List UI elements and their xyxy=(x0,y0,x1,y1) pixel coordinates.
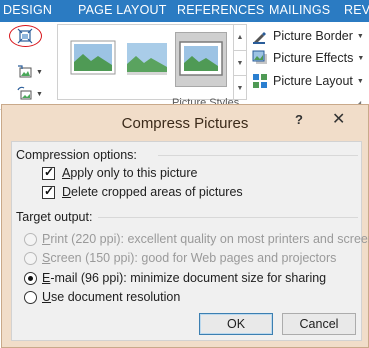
screen-option-label[interactable]: Screen (150 ppi): good for Web pages and… xyxy=(42,251,336,265)
picture-layout-icon xyxy=(253,74,267,88)
picture-effects-label: Picture Effects xyxy=(273,51,354,65)
print-option-label[interactable]: Print (220 ppi): excellent quality on mo… xyxy=(42,232,369,246)
print-radio[interactable] xyxy=(24,233,37,246)
chevron-down-icon: ▼ xyxy=(356,77,364,85)
email-radio[interactable] xyxy=(24,272,37,285)
document-resolution-label[interactable]: Use document resolution xyxy=(42,290,180,304)
document-resolution-radio[interactable] xyxy=(24,291,37,304)
reset-picture-icon[interactable] xyxy=(17,86,33,102)
apply-only-label[interactable]: Apply only to this picture xyxy=(62,166,198,180)
picture-layout-button[interactable]: Picture Layout ▼ xyxy=(252,71,364,91)
picture-effects-button[interactable]: Picture Effects ▼ xyxy=(252,48,364,68)
picture-border-button[interactable]: Picture Border ▼ xyxy=(252,26,364,46)
compress-pictures-dialog: Compress Pictures ? ✕ Compression option… xyxy=(1,104,369,348)
target-output-heading: Target output: xyxy=(16,210,93,224)
style-thumbnail-simple-frame[interactable] xyxy=(67,32,119,87)
picture-layout-label: Picture Layout xyxy=(273,74,353,88)
tab-design[interactable]: DESIGN xyxy=(3,3,52,17)
chevron-down-icon[interactable]: ▼ xyxy=(234,50,246,75)
ribbon-tab-bar: DESIGN PAGE LAYOUT REFERENCES MAILINGS R… xyxy=(0,0,369,22)
picture-border-label: Picture Border xyxy=(273,29,353,43)
email-option-label[interactable]: E-mail (96 ppi): minimize document size … xyxy=(42,271,326,285)
help-icon[interactable]: ? xyxy=(295,112,303,127)
screen-radio[interactable] xyxy=(24,252,37,265)
ok-button[interactable]: OK xyxy=(199,313,273,335)
section-divider xyxy=(158,155,358,156)
compress-pictures-icon[interactable] xyxy=(17,28,33,44)
picture-thumbnail-icon xyxy=(127,43,167,75)
chevron-down-icon: ▼ xyxy=(356,32,364,40)
section-divider xyxy=(98,217,358,218)
close-icon[interactable]: ✕ xyxy=(332,109,345,129)
picture-styles-gallery xyxy=(57,24,234,100)
picture-thumbnail-icon xyxy=(179,41,223,76)
chevron-down-icon[interactable]: ▼ xyxy=(36,91,43,98)
tab-page-layout[interactable]: PAGE LAYOUT xyxy=(78,3,167,17)
dialog-title: Compress Pictures xyxy=(121,115,249,132)
adjust-group: ▼ ▼ xyxy=(0,22,48,110)
delete-cropped-checkbox[interactable]: ✓ xyxy=(42,184,55,199)
dialog-titlebar[interactable]: Compress Pictures ? ✕ xyxy=(2,105,368,139)
dialog-client-area: Compression options: ✓ Apply only to thi… xyxy=(11,141,369,341)
tab-mailings[interactable]: MAILINGS xyxy=(269,3,330,17)
compression-options-heading: Compression options: xyxy=(16,148,137,162)
delete-cropped-label[interactable]: Delete cropped areas of pictures xyxy=(62,185,243,199)
style-thumbnail-soft-edge[interactable] xyxy=(121,32,173,87)
change-picture-icon[interactable] xyxy=(17,64,33,80)
radio-selected-dot xyxy=(28,276,33,281)
tab-references[interactable]: REFERENCES xyxy=(177,3,264,17)
cancel-button[interactable]: Cancel xyxy=(282,313,356,335)
checkmark-icon: ✓ xyxy=(44,165,55,179)
picture-effects-icon xyxy=(252,50,267,64)
ribbon-body: ▼ ▼ ▲ ▼ ▼ Picture Styles Picture Border … xyxy=(0,22,369,110)
apply-only-checkbox[interactable]: ✓ xyxy=(42,165,55,180)
chevron-down-icon: ▼ xyxy=(357,54,365,62)
tab-review[interactable]: REVI xyxy=(344,3,369,17)
picture-border-icon xyxy=(253,32,266,44)
chevron-down-icon[interactable]: ▼ xyxy=(36,69,43,76)
picture-thumbnail-icon xyxy=(70,40,116,75)
gallery-scroll: ▲ ▼ ▼ xyxy=(234,24,247,100)
chevron-up-icon[interactable]: ▲ xyxy=(234,25,246,50)
style-thumbnail-selected[interactable] xyxy=(175,32,227,87)
checkmark-icon: ✓ xyxy=(44,184,55,198)
